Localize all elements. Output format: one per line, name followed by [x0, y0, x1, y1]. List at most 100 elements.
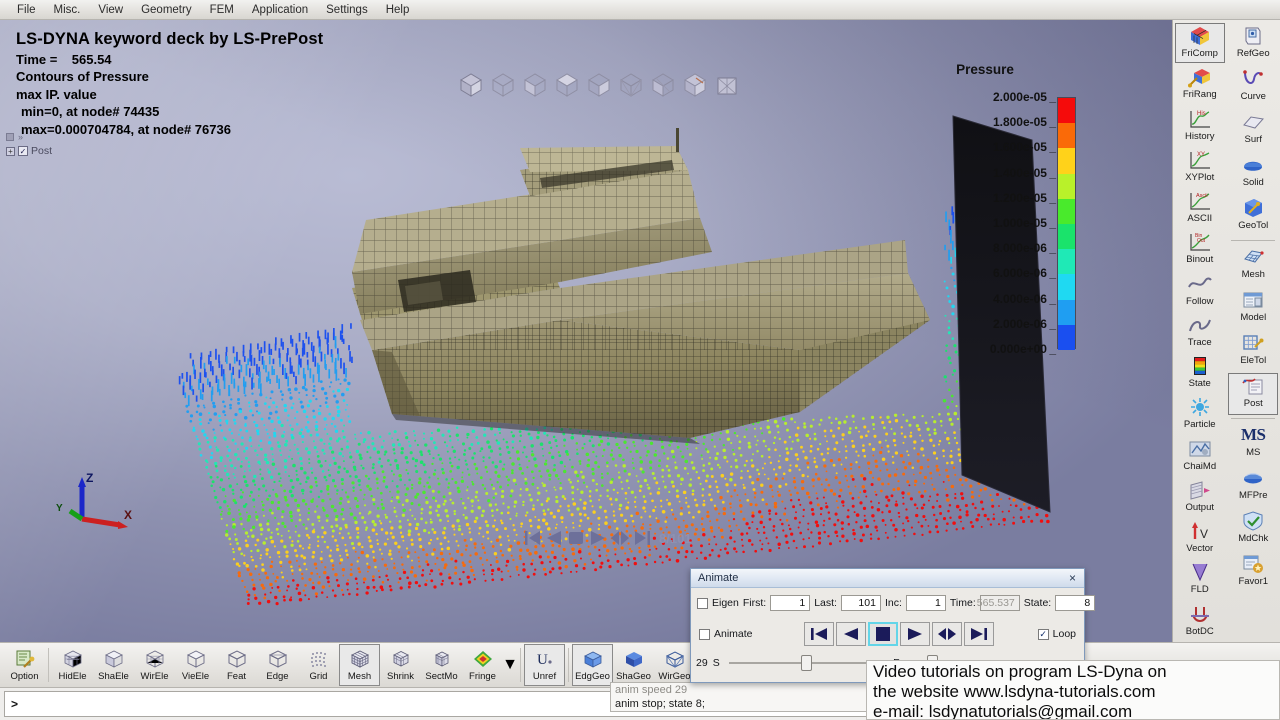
menu-help[interactable]: Help	[377, 2, 419, 18]
stop-icon[interactable]	[566, 528, 586, 548]
step-back-icon[interactable]	[545, 528, 563, 548]
tool-vector[interactable]: V Vector	[1175, 518, 1225, 558]
tool-mdchk[interactable]: MdChk	[1228, 508, 1278, 550]
tool-mfpre[interactable]: MFPre	[1228, 465, 1278, 507]
tool-eletol[interactable]: EleTol	[1228, 330, 1278, 372]
view-cube-rotate-icon[interactable]	[648, 70, 678, 100]
toolbar-mesh[interactable]: Mesh	[339, 644, 380, 686]
tool-geotol[interactable]: GeoTol	[1228, 195, 1278, 237]
toolbar-fringe[interactable]: Fringe	[462, 644, 503, 686]
toolbar-unref[interactable]: U Unref	[524, 644, 565, 686]
menu-fem[interactable]: FEM	[201, 2, 243, 18]
tool-surf[interactable]: Surf	[1228, 109, 1278, 151]
speed-slider-knob[interactable]	[800, 655, 812, 671]
toolbar-shageo[interactable]: ShaGeo	[613, 644, 654, 686]
menu-misc[interactable]: Misc.	[45, 2, 90, 18]
tool-fricomp[interactable]: FriComp	[1174, 23, 1225, 64]
tree-handle-icon[interactable]	[6, 133, 14, 141]
toolbar-shaele[interactable]: ShaEle	[93, 644, 134, 686]
time-label: Time:	[949, 597, 976, 609]
view-cube-flip-icon[interactable]	[680, 70, 710, 100]
view-cube-iso-icon[interactable]	[456, 70, 486, 100]
toolbar-overflow-caret[interactable]: ▼	[502, 656, 518, 674]
toolbar-hidele[interactable]: HidEle	[52, 644, 93, 686]
toolbar-wirele[interactable]: WirEle	[134, 644, 175, 686]
animate-checkbox[interactable]	[699, 628, 710, 640]
view-cube-top-icon[interactable]	[552, 70, 582, 100]
tree-item-post[interactable]: + ✓ Post	[6, 145, 52, 157]
speed-slider[interactable]	[728, 655, 885, 671]
tool-label: FLD	[1190, 584, 1209, 596]
state-field[interactable]: 8	[1055, 595, 1096, 611]
axis-triad: Z X Y	[56, 471, 132, 529]
tool-xyplot[interactable]: XY XYPlot	[1175, 147, 1225, 187]
tool-follow[interactable]: Follow	[1175, 271, 1225, 311]
skip-end-icon[interactable]	[633, 528, 651, 548]
eigen-checkbox-group[interactable]: Eigen	[697, 597, 739, 609]
toolbar-shrink[interactable]: Shrink	[380, 644, 421, 686]
view-cube-reset-icon[interactable]	[712, 70, 742, 100]
tool-binout[interactable]: Bin Out Binout	[1175, 229, 1225, 269]
first-field[interactable]: 1	[770, 595, 811, 611]
skip-start-button[interactable]	[804, 622, 834, 646]
menu-application[interactable]: Application	[243, 2, 317, 18]
chevron-right-icon[interactable]: »	[18, 132, 23, 142]
step-back-button[interactable]	[836, 622, 866, 646]
view-cube-wire-icon[interactable]	[488, 70, 518, 100]
close-icon[interactable]: ×	[1065, 571, 1080, 585]
tree-checkbox[interactable]: ✓	[18, 146, 28, 156]
skip-start-icon[interactable]	[524, 528, 542, 548]
play-icon[interactable]	[589, 528, 607, 548]
view-cube-right-icon[interactable]	[584, 70, 614, 100]
view-cube-front-icon[interactable]	[520, 70, 550, 100]
toolbar-edge[interactable]: Edge	[257, 644, 298, 686]
toolbar-option[interactable]: Option	[4, 644, 45, 686]
tool-mesh[interactable]: Mesh	[1228, 244, 1278, 286]
animate-title-bar[interactable]: Animate ×	[691, 569, 1084, 588]
toolbar-vieele[interactable]: VieEle	[175, 644, 216, 686]
animate-checkbox-group[interactable]: Animate	[699, 628, 804, 640]
tool-history[interactable]: His History	[1175, 106, 1225, 146]
tool-frirang[interactable]: FriRang	[1175, 64, 1225, 104]
console-log[interactable]: anim speed 29 anim stop; state 8;	[610, 682, 910, 712]
step-forward-icon[interactable]	[610, 528, 630, 548]
loop-checkbox-group[interactable]: ✓ Loop	[1037, 628, 1076, 640]
toolbar-wirgeo[interactable]: WirGeo	[654, 644, 695, 686]
toolbar-grid[interactable]: Grid	[298, 644, 339, 686]
tool-solid[interactable]: Solid	[1228, 152, 1278, 194]
tool-post[interactable]: Post	[1228, 373, 1279, 415]
play-button[interactable]	[900, 622, 930, 646]
stop-button[interactable]	[868, 622, 898, 646]
tool-curve[interactable]: Curve	[1228, 66, 1278, 108]
tool-state[interactable]: State	[1175, 353, 1225, 393]
tool-ms[interactable]: MS MS	[1228, 422, 1278, 464]
toolbar-sectmo[interactable]: SectMo	[421, 644, 462, 686]
toolbar-feat[interactable]: Feat	[216, 644, 257, 686]
legend-color-bar[interactable]	[1057, 97, 1076, 350]
tool-trace[interactable]: Trace	[1175, 312, 1225, 352]
eigen-checkbox[interactable]	[697, 597, 708, 609]
tool-favor1[interactable]: Favor1	[1228, 551, 1278, 593]
step-toggle-button[interactable]	[932, 622, 962, 646]
menu-geometry[interactable]: Geometry	[132, 2, 201, 18]
tool-ascii[interactable]: Ascii ASCII	[1175, 188, 1225, 228]
menu-file[interactable]: File	[8, 2, 45, 18]
menu-view[interactable]: View	[89, 2, 132, 18]
tree-toolbar[interactable]: »	[6, 132, 52, 142]
tool-chaimd[interactable]: ChaiMd	[1175, 436, 1225, 476]
tool-model[interactable]: Model	[1228, 287, 1278, 329]
3d-viewport[interactable]: LS-DYNA keyword deck by LS-PrePost Time …	[0, 20, 1172, 642]
view-cube-back-icon[interactable]	[616, 70, 646, 100]
toolbar-edggeo[interactable]: EdgGeo	[572, 644, 613, 686]
tool-botdc[interactable]: BotDC	[1175, 601, 1225, 641]
loop-checkbox[interactable]: ✓	[1037, 628, 1049, 640]
tool-particle[interactable]: Particle	[1175, 394, 1225, 434]
tool-fld[interactable]: FLD	[1175, 559, 1225, 599]
tool-output[interactable]: Output	[1175, 477, 1225, 517]
tool-refgeo[interactable]: RefGeo	[1228, 23, 1278, 65]
expand-plus-icon[interactable]: +	[6, 146, 15, 156]
inc-field[interactable]: 1	[905, 595, 946, 611]
menu-settings[interactable]: Settings	[317, 2, 377, 18]
skip-end-button[interactable]	[964, 622, 994, 646]
last-field[interactable]: 101	[840, 595, 881, 611]
